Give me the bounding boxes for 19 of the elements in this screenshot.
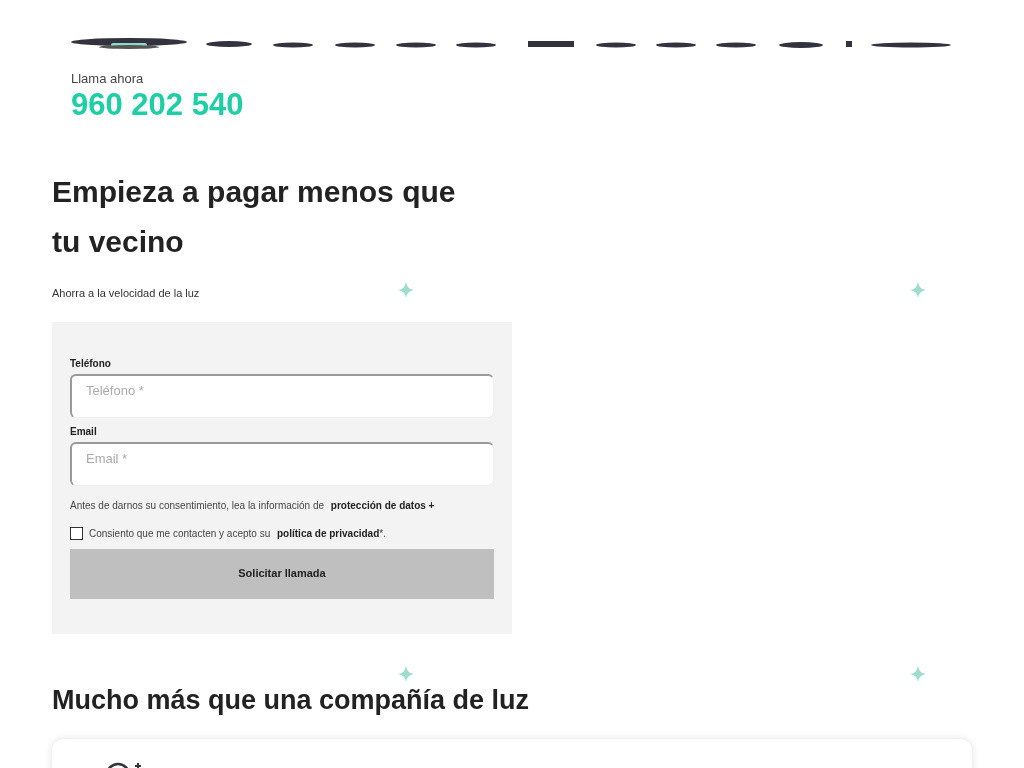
consent-checkbox[interactable] bbox=[70, 526, 83, 540]
sparkle-icon bbox=[398, 282, 414, 298]
logo-drawing[interactable] bbox=[71, 38, 953, 50]
call-label: Llama ahora bbox=[71, 71, 145, 87]
field-label: Email bbox=[70, 425, 98, 438]
input-field[interactable]: Teléfono * bbox=[70, 373, 494, 418]
privacy-policy-link[interactable]: política de privacidad bbox=[277, 527, 380, 539]
sparkle-icon bbox=[910, 282, 926, 298]
hero-subtitle: Ahorra a la velocidad de la luz bbox=[52, 286, 200, 301]
privacy-note: Antes de darnos su consentimiento, lea la información de protección de datos + bbox=[70, 498, 436, 513]
sparkle-icon bbox=[910, 666, 926, 682]
privacy-link[interactable]: protección de datos + bbox=[330, 499, 435, 511]
sparkle-icon bbox=[398, 666, 414, 682]
section-heading: Mucho más que una compañía de luz bbox=[52, 683, 531, 717]
hero-heading: Empieza a pagar menos que tu vecino bbox=[52, 174, 457, 260]
field-label: Teléfono bbox=[70, 357, 112, 370]
request-call-button[interactable]: Solicitar llamada bbox=[70, 548, 494, 599]
consent-text: Consiento que me contacten y acepto su política de privacidad*. bbox=[89, 526, 386, 541]
input-field[interactable]: Email * bbox=[70, 441, 494, 486]
